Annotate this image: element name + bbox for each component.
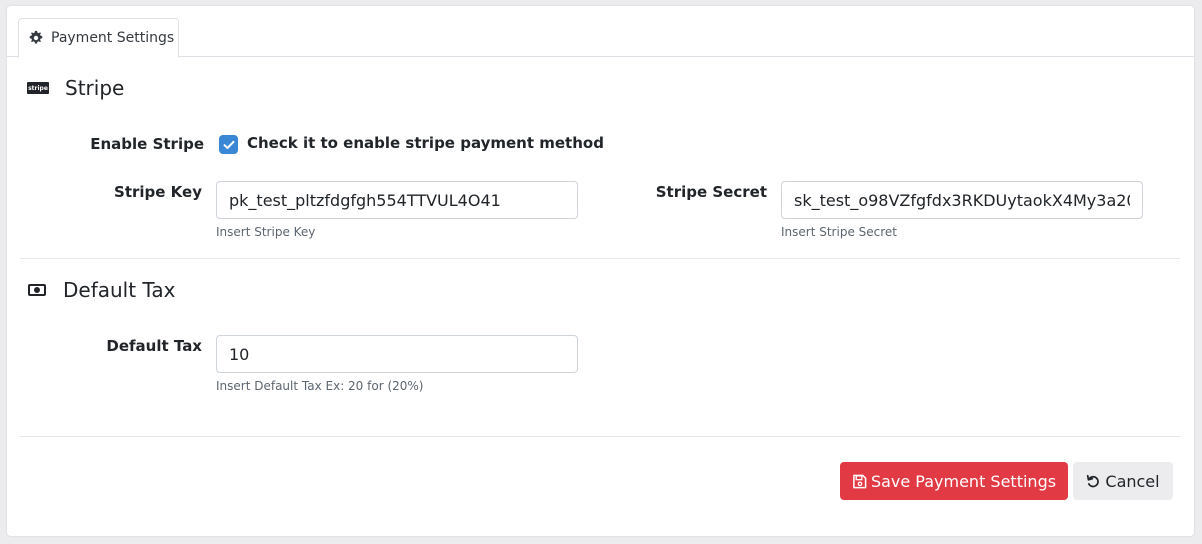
tab-bar: Payment Settings: [7, 6, 1194, 58]
enable-stripe-checkbox[interactable]: [219, 135, 238, 154]
gear-icon: [29, 30, 43, 44]
stripe-secret-input[interactable]: [781, 181, 1143, 219]
footer-divider: [20, 436, 1180, 437]
enable-stripe-label: Enable Stripe: [90, 135, 204, 153]
default-tax-input[interactable]: [216, 335, 578, 373]
cancel-button-label: Cancel: [1105, 471, 1160, 491]
stripe-title-text: Stripe: [65, 76, 125, 100]
stripe-key-input[interactable]: [216, 181, 578, 219]
save-payment-settings-button[interactable]: Save Payment Settings: [840, 462, 1068, 500]
default-tax-title-text: Default Tax: [63, 278, 176, 302]
default-tax-label: Default Tax: [106, 337, 202, 355]
stripe-secret-help: Insert Stripe Secret: [781, 225, 897, 239]
stripe-key-label: Stripe Key: [114, 183, 202, 201]
stripe-secret-label: Stripe Secret: [655, 183, 767, 201]
tab-payment-settings[interactable]: Payment Settings: [18, 18, 179, 58]
stripe-logo-icon: stripe: [27, 82, 49, 94]
save-icon: [853, 474, 867, 488]
checkmark-icon: [223, 140, 234, 149]
section-divider: [20, 258, 1180, 259]
stripe-key-help: Insert Stripe Key: [216, 225, 316, 239]
tab-label: Payment Settings: [51, 30, 175, 46]
enable-stripe-description: Check it to enable stripe payment method: [247, 134, 604, 152]
save-button-label: Save Payment Settings: [870, 471, 1057, 491]
undo-icon: [1087, 474, 1100, 487]
stripe-section-title: stripe Stripe: [27, 76, 124, 100]
default-tax-section-title: Default Tax: [28, 278, 175, 302]
default-tax-help: Insert Default Tax Ex: 20 for (20%): [216, 379, 424, 393]
money-bill-icon: [28, 284, 46, 296]
cancel-button[interactable]: Cancel: [1073, 462, 1173, 500]
payment-settings-card: Payment Settings stripe Stripe Enable St…: [7, 6, 1194, 536]
